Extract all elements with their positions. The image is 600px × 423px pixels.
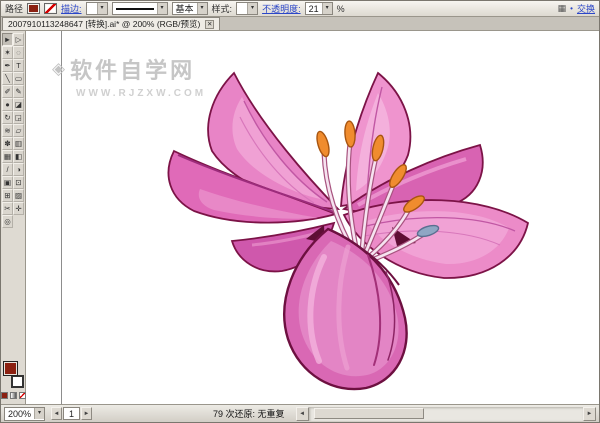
- document-title: 2007910113248647 [转换].ai* @ 200% (RGB/预览…: [8, 18, 200, 30]
- selection-type-label: 路径: [5, 2, 23, 15]
- style-label: 样式:: [212, 2, 233, 15]
- zoom-value: 200%: [5, 409, 34, 419]
- tool-live-paint-selection[interactable]: ⊡: [13, 176, 24, 189]
- tool-blend[interactable]: ◑: [13, 163, 24, 176]
- swap-link[interactable]: 交换: [577, 2, 595, 15]
- tool-symbol-sprayer[interactable]: ✽: [2, 137, 13, 150]
- opacity-panel-link[interactable]: 不透明度:: [262, 2, 301, 15]
- tool-lasso[interactable]: ◌: [13, 46, 24, 59]
- color-mode-button[interactable]: [1, 392, 8, 399]
- horizontal-scrollbar[interactable]: ◄ ►: [296, 407, 596, 421]
- tool-graph[interactable]: ▥: [13, 137, 24, 150]
- chevron-down-icon[interactable]: ▾: [247, 3, 257, 14]
- tool-live-paint-bucket[interactable]: ▣: [2, 176, 13, 189]
- fill-proxy-swatch[interactable]: [3, 361, 18, 376]
- chevron-down-icon[interactable]: ▾: [97, 3, 107, 14]
- panel-grid-icon[interactable]: ▦: [558, 3, 567, 14]
- tool-slice[interactable]: ▨: [13, 189, 24, 202]
- tool-warp[interactable]: ≋: [2, 124, 13, 137]
- stroke-color-swatch[interactable]: [44, 3, 57, 14]
- tool-scale[interactable]: ◲: [13, 111, 24, 124]
- scrollbar-track[interactable]: [309, 407, 583, 421]
- tool-palette: ►▷✶◌✒T╲▭✐✎●◪↻◲≋▱✽▥▦◧/◑▣⊡⊞▨✂✛◎: [1, 31, 26, 404]
- line-style-preview: [116, 8, 154, 10]
- next-artboard-button[interactable]: ►: [81, 407, 92, 420]
- status-bar: 200% ▾ ◄ 1 ► 79 次还原: 无重复 ◄ ►: [1, 404, 599, 422]
- fill-color-swatch[interactable]: [27, 3, 40, 14]
- style-combo[interactable]: ▾: [236, 2, 258, 15]
- scrollbar-thumb[interactable]: [314, 408, 424, 419]
- paint-mode-row: [1, 392, 26, 399]
- scroll-left-button[interactable]: ◄: [296, 407, 309, 421]
- control-bar: 路径 描边: ▾ ▾ 基本 ▾ 样式: ▾ 不透明度: 21 ▾ % ▦ • 交…: [1, 1, 599, 17]
- artboard-nav: ◄ 1 ►: [51, 407, 92, 420]
- opacity-combo[interactable]: 21 ▾: [305, 2, 333, 15]
- tool-paintbrush[interactable]: ✐: [2, 85, 13, 98]
- document-tab-bar: 2007910113248647 [转换].ai* @ 200% (RGB/预览…: [1, 17, 599, 31]
- prev-artboard-button[interactable]: ◄: [51, 407, 62, 420]
- close-icon[interactable]: ✕: [205, 20, 214, 29]
- tool-palette-grid: ►▷✶◌✒T╲▭✐✎●◪↻◲≋▱✽▥▦◧/◑▣⊡⊞▨✂✛◎: [2, 33, 24, 228]
- tool-selection[interactable]: ►: [2, 33, 13, 46]
- chevron-down-icon[interactable]: ▾: [157, 3, 167, 14]
- tool-type[interactable]: T: [13, 59, 24, 72]
- tool-eraser[interactable]: ◪: [13, 98, 24, 111]
- scroll-right-button[interactable]: ►: [583, 407, 596, 421]
- chevron-down-icon[interactable]: ▾: [322, 3, 332, 14]
- tool-scissors[interactable]: ✂: [2, 202, 13, 215]
- tool-free-transform[interactable]: ▱: [13, 124, 24, 137]
- tool-rotate[interactable]: ↻: [2, 111, 13, 124]
- brush-definition-combo[interactable]: 基本 ▾: [172, 2, 208, 15]
- tool-pen[interactable]: ✒: [2, 59, 13, 72]
- canvas[interactable]: ◈ 软件自学网 WWW.RJZXW.COM: [26, 31, 599, 404]
- chevron-down-icon[interactable]: ▾: [197, 3, 207, 14]
- illustrator-window: 路径 描边: ▾ ▾ 基本 ▾ 样式: ▾ 不透明度: 21 ▾ % ▦ • 交…: [0, 0, 600, 423]
- gradient-mode-button[interactable]: [10, 392, 17, 399]
- tool-line-segment[interactable]: ╲: [2, 72, 13, 85]
- status-readout: 79 次还原: 无重复: [213, 407, 285, 420]
- tool-hand[interactable]: ✛: [13, 202, 24, 215]
- tool-rectangle[interactable]: ▭: [13, 72, 24, 85]
- separator-dot-icon: •: [570, 4, 573, 13]
- tool-crop-area[interactable]: ⊞: [2, 189, 13, 202]
- line-style-combo[interactable]: ▾: [112, 2, 168, 15]
- tool-magic-wand[interactable]: ✶: [2, 46, 13, 59]
- tool-pencil[interactable]: ✎: [13, 85, 24, 98]
- tool-mesh[interactable]: ▦: [2, 150, 13, 163]
- none-mode-button[interactable]: [19, 392, 26, 399]
- tool-gradient[interactable]: ◧: [13, 150, 24, 163]
- tool-direct-selection[interactable]: ▷: [13, 33, 24, 46]
- stroke-weight-combo[interactable]: ▾: [86, 2, 108, 15]
- flower-illustration: [26, 31, 599, 404]
- tool-eyedropper[interactable]: /: [2, 163, 13, 176]
- zoom-combo[interactable]: 200% ▾: [4, 407, 45, 421]
- brush-definition-value: 基本: [173, 2, 197, 15]
- main-area: ►▷✶◌✒T╲▭✐✎●◪↻◲≋▱✽▥▦◧/◑▣⊡⊞▨✂✛◎: [1, 31, 599, 404]
- stroke-proxy-swatch[interactable]: [11, 375, 24, 388]
- stroke-panel-link[interactable]: 描边:: [61, 2, 82, 15]
- tool-zoom[interactable]: ◎: [2, 215, 13, 228]
- chevron-down-icon[interactable]: ▾: [34, 408, 44, 419]
- fill-stroke-swatch-block: [2, 361, 25, 388]
- document-tab[interactable]: 2007910113248647 [转换].ai* @ 200% (RGB/预览…: [2, 17, 220, 30]
- artboard-number-field[interactable]: 1: [63, 407, 80, 420]
- tool-blob-brush[interactable]: ●: [2, 98, 13, 111]
- percent-label: %: [337, 4, 345, 14]
- opacity-value: 21: [306, 4, 322, 14]
